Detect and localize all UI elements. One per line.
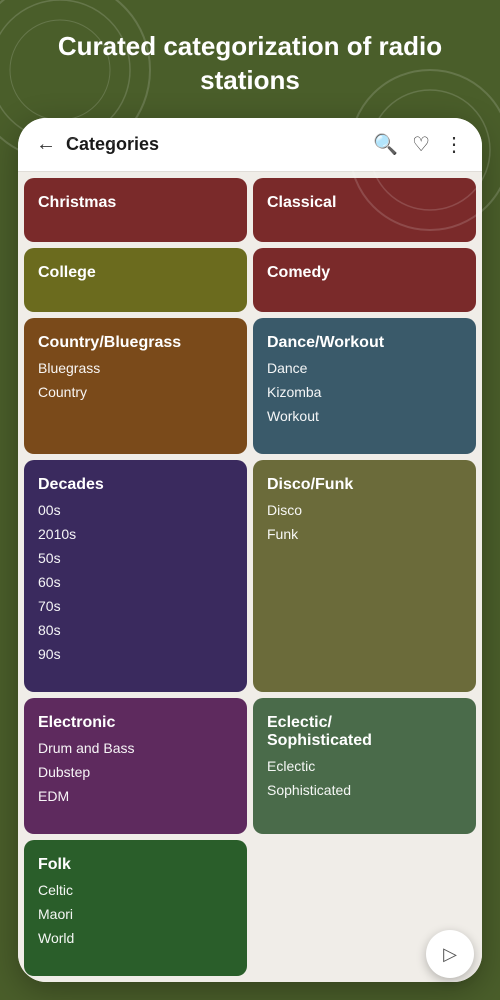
sub-00s: 00s (38, 502, 233, 518)
sub-2010s: 2010s (38, 526, 233, 542)
sub-dance: Dance (267, 360, 462, 376)
cat-title-folk: Folk (38, 856, 233, 874)
cat-title-comedy: Comedy (267, 264, 462, 282)
header-title: Categories (66, 134, 159, 155)
cat-title-dance: Dance/Workout (267, 334, 462, 352)
cat-title-classical: Classical (267, 194, 462, 212)
category-eclectic[interactable]: Eclectic/Sophisticated Eclectic Sophisti… (253, 698, 476, 834)
sub-eclectic: Eclectic (267, 758, 462, 774)
sub-drum-bass: Drum and Bass (38, 740, 233, 756)
category-comedy[interactable]: Comedy (253, 248, 476, 312)
cat-title-electronic: Electronic (38, 714, 233, 732)
cat-title-decades: Decades (38, 476, 233, 494)
category-disco-funk[interactable]: Disco/Funk Disco Funk (253, 460, 476, 692)
sub-60s: 60s (38, 574, 233, 590)
cat-title-college: College (38, 264, 233, 282)
category-christmas[interactable]: Christmas (24, 178, 247, 242)
fab-icon: ▷ (443, 944, 457, 965)
sub-world: World (38, 930, 233, 946)
category-country-bluegrass[interactable]: Country/Bluegrass Bluegrass Country (24, 318, 247, 454)
sub-disco: Disco (267, 502, 462, 518)
categories-grid: Christmas Classical College Comedy Count… (18, 172, 482, 982)
sub-kizomba: Kizomba (267, 384, 462, 400)
more-icon[interactable]: ⋮ (444, 132, 464, 157)
app-header: ← Categories 🔍 ♡ ⋮ (18, 118, 482, 172)
category-dance-workout[interactable]: Dance/Workout Dance Kizomba Workout (253, 318, 476, 454)
page-heading: Curated categorization of radio stations (0, 0, 500, 118)
sub-maori: Maori (38, 906, 233, 922)
category-electronic[interactable]: Electronic Drum and Bass Dubstep EDM (24, 698, 247, 834)
cat-title-christmas: Christmas (38, 194, 233, 212)
category-college[interactable]: College (24, 248, 247, 312)
cat-title-eclectic: Eclectic/Sophisticated (267, 714, 462, 750)
sub-workout: Workout (267, 408, 462, 424)
sub-edm: EDM (38, 788, 233, 804)
phone-frame: ← Categories 🔍 ♡ ⋮ Christmas Classical C… (18, 118, 482, 982)
sub-bluegrass: Bluegrass (38, 360, 233, 376)
sub-dubstep: Dubstep (38, 764, 233, 780)
cat-title-disco: Disco/Funk (267, 476, 462, 494)
sub-50s: 50s (38, 550, 233, 566)
sub-80s: 80s (38, 622, 233, 638)
search-icon[interactable]: 🔍 (373, 132, 398, 157)
fab-button[interactable]: ▷ (426, 930, 474, 978)
header-left: ← Categories (36, 133, 159, 156)
sub-70s: 70s (38, 598, 233, 614)
category-folk[interactable]: Folk Celtic Maori World (24, 840, 247, 976)
favorite-icon[interactable]: ♡ (412, 132, 430, 157)
header-icons: 🔍 ♡ ⋮ (373, 132, 464, 157)
cat-title-country: Country/Bluegrass (38, 334, 233, 352)
sub-sophisticated: Sophisticated (267, 782, 462, 798)
category-classical[interactable]: Classical (253, 178, 476, 242)
sub-country: Country (38, 384, 233, 400)
sub-funk: Funk (267, 526, 462, 542)
category-decades[interactable]: Decades 00s 2010s 50s 60s 70s 80s 90s (24, 460, 247, 692)
back-button[interactable]: ← (36, 133, 56, 156)
sub-celtic: Celtic (38, 882, 233, 898)
sub-90s: 90s (38, 646, 233, 662)
